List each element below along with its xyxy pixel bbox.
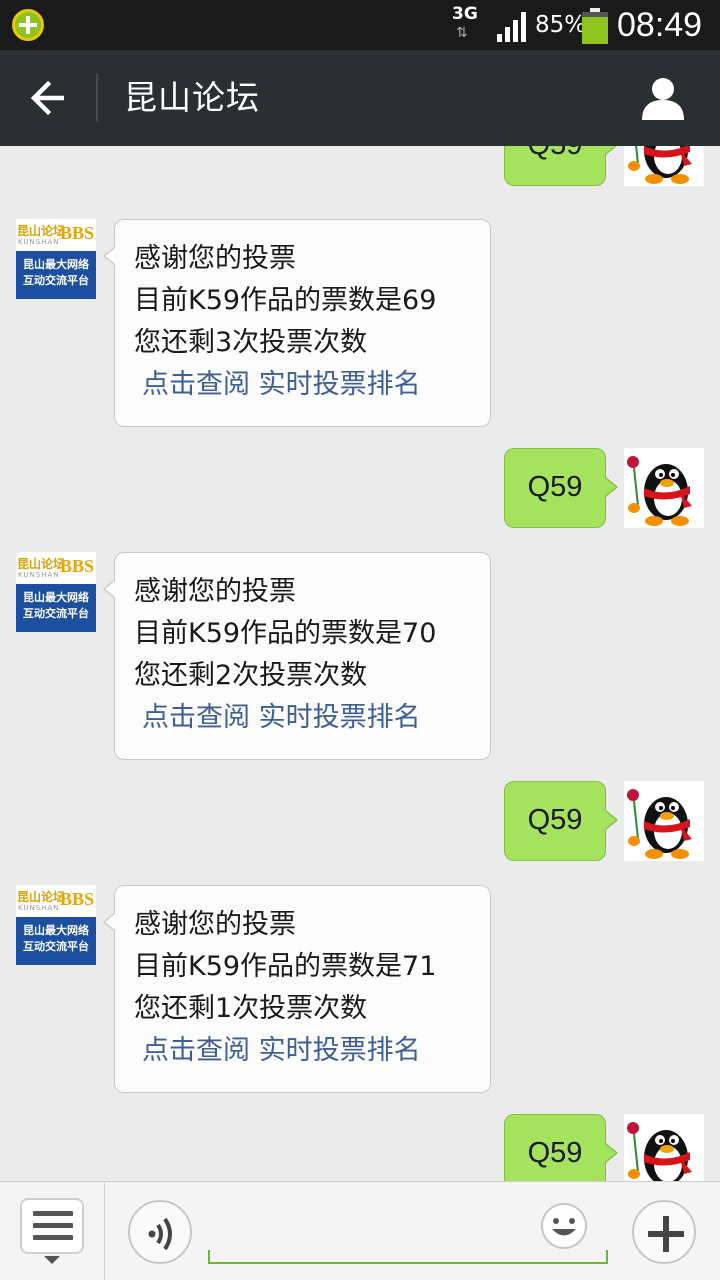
remaining-votes-line: 您还剩3次投票次数 xyxy=(134,327,368,358)
chat-header: 昆山论坛 xyxy=(0,50,720,146)
input-bar-divider xyxy=(104,1182,105,1280)
incoming-message-bubble: 感谢您的投票目前K59作品的票数是71 您还剩1次投票次数点击查阅 实时投票排名 xyxy=(103,885,491,1093)
view-link[interactable]: 点击查阅 xyxy=(142,369,250,400)
user-avatar[interactable] xyxy=(624,1114,704,1181)
user-avatar[interactable] xyxy=(624,448,704,528)
realtime-ranking-link[interactable]: 实时投票排名 xyxy=(259,1035,421,1066)
message-line: 感谢您的投票 xyxy=(134,576,296,607)
plus-icon[interactable] xyxy=(632,1200,696,1264)
back-arrow-icon[interactable] xyxy=(26,78,70,118)
view-link[interactable]: 点击查阅 xyxy=(142,702,250,733)
outgoing-message-bubble[interactable]: Q59 xyxy=(504,781,618,861)
message-list[interactable]: Q59昆山论坛KUNSHANBBS昆山最大网络互动交流平台感谢您的投票目前K59… xyxy=(0,146,720,1181)
user-avatar[interactable] xyxy=(624,781,704,861)
kunshan-bbs-avatar[interactable]: 昆山论坛 KUNSHAN BBS 昆山最大网络 互动交流平台 xyxy=(16,885,96,965)
page-title: 昆山论坛 xyxy=(124,78,260,117)
ranking-link[interactable]: 点击查阅 实时投票排名 xyxy=(134,697,472,739)
bbs-slogan: 昆山最大网络 互动交流平台 xyxy=(16,917,96,965)
plus-circle-icon xyxy=(12,9,44,41)
incoming-message-bubble: 感谢您的投票目前K59作品的票数是70 您还剩2次投票次数点击查阅 实时投票排名 xyxy=(103,552,491,760)
outgoing-message-bubble[interactable]: Q59 xyxy=(504,448,618,528)
ranking-link[interactable]: 点击查阅 实时投票排名 xyxy=(134,1030,472,1072)
view-link[interactable]: 点击查阅 xyxy=(142,1035,250,1066)
person-icon[interactable] xyxy=(640,76,686,122)
input-bar xyxy=(0,1181,720,1280)
bbs-logo: 昆山论坛 KUNSHAN BBS xyxy=(16,219,96,249)
remaining-votes-line: 您还剩2次投票次数 xyxy=(134,660,368,691)
network-activity-icon: ⇅ xyxy=(456,25,468,41)
outgoing-message-bubble[interactable]: Q59 xyxy=(504,1114,618,1181)
message-line: 感谢您的投票 xyxy=(134,909,296,940)
battery-icon xyxy=(582,8,608,44)
remaining-votes-line: 您还剩1次投票次数 xyxy=(134,993,368,1024)
user-avatar[interactable] xyxy=(624,146,704,186)
menu-caret-icon xyxy=(44,1256,60,1264)
status-bar: 3G ⇅ 85% 08:49 xyxy=(0,0,720,50)
message-line: 感谢您的投票 xyxy=(134,243,296,274)
vote-count-line: 目前K59作品的票数是69 xyxy=(134,285,437,316)
bbs-logo: 昆山论坛 KUNSHAN BBS xyxy=(16,885,96,915)
bbs-slogan: 昆山最大网络 互动交流平台 xyxy=(16,584,96,632)
menu-list-icon[interactable] xyxy=(20,1198,84,1254)
bbs-slogan: 昆山最大网络 互动交流平台 xyxy=(16,251,96,299)
clock: 08:49 xyxy=(617,6,703,44)
ranking-link[interactable]: 点击查阅 实时投票排名 xyxy=(134,364,472,406)
vote-count-line: 目前K59作品的票数是71 xyxy=(134,951,437,982)
outgoing-message-bubble[interactable]: Q59 xyxy=(504,146,618,186)
bbs-logo: 昆山论坛 KUNSHAN BBS xyxy=(16,552,96,582)
realtime-ranking-link[interactable]: 实时投票排名 xyxy=(259,702,421,733)
battery-percent: 85% xyxy=(535,12,587,38)
vote-count-line: 目前K59作品的票数是70 xyxy=(134,618,437,649)
voice-icon[interactable] xyxy=(128,1200,192,1264)
header-divider xyxy=(96,74,98,122)
network-type: 3G xyxy=(452,4,478,24)
smiley-icon[interactable] xyxy=(540,1202,588,1250)
incoming-message-bubble: 感谢您的投票目前K59作品的票数是69 您还剩3次投票次数点击查阅 实时投票排名 xyxy=(103,219,491,427)
kunshan-bbs-avatar[interactable]: 昆山论坛 KUNSHAN BBS 昆山最大网络 互动交流平台 xyxy=(16,552,96,632)
realtime-ranking-link[interactable]: 实时投票排名 xyxy=(259,369,421,400)
signal-icon xyxy=(497,12,526,42)
kunshan-bbs-avatar[interactable]: 昆山论坛 KUNSHAN BBS 昆山最大网络 互动交流平台 xyxy=(16,219,96,299)
